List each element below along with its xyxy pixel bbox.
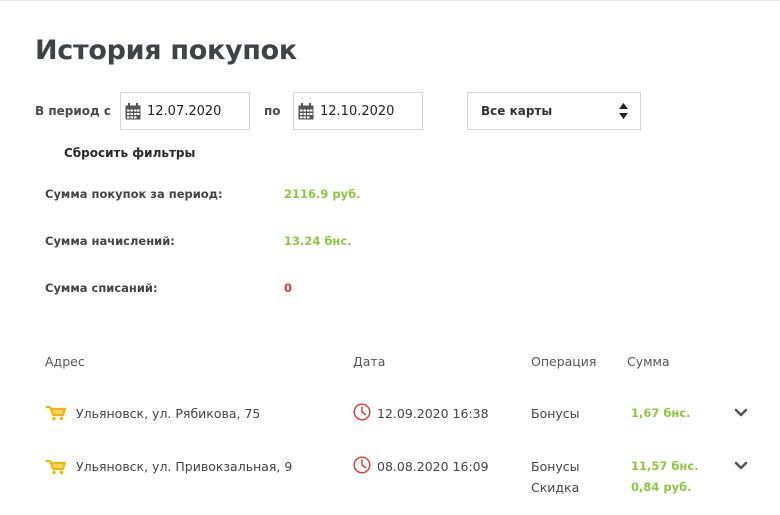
purchase-history-panel: История покупок В период с 12.07.2020 по: [0, 0, 780, 515]
date-from-field[interactable]: 12.07.2020: [120, 92, 250, 130]
column-header-date: Дата: [353, 354, 386, 369]
row-operation: Бонусы: [531, 406, 580, 421]
page-title: История покупок: [35, 35, 297, 66]
period-from-label: В период с: [35, 104, 111, 118]
row-address: Ульяновск, ул. Рябикова, 75: [76, 406, 261, 421]
summary-accruals-value: 13.24 бнс.: [284, 234, 352, 248]
row-amount: 11,57 бнс.: [631, 459, 699, 473]
row-datetime: 12.09.2020 16:38: [377, 406, 489, 421]
row-operation: Бонусы: [531, 459, 580, 474]
date-to-value: 12.10.2020: [320, 103, 395, 119]
summary-purchases-label: Сумма покупок за период:: [45, 187, 223, 201]
table-row[interactable]: Ульяновск, ул. Привокзальная, 9 08.08.20…: [0, 450, 780, 510]
date-to-field[interactable]: 12.10.2020: [293, 92, 423, 130]
row-datetime: 08.08.2020 16:09: [377, 459, 489, 474]
row-operation-secondary: Скидка: [531, 480, 580, 495]
period-to-label: по: [264, 104, 281, 118]
calendar-icon: [298, 102, 314, 119]
clock-icon: [353, 456, 371, 474]
summary-writeoffs-label: Сумма списаний:: [45, 281, 158, 295]
shopping-cart-icon: [46, 406, 66, 421]
cards-select-value: Все карты: [481, 104, 553, 118]
date-from-value: 12.07.2020: [147, 103, 222, 119]
column-header-amount: Сумма: [627, 354, 670, 369]
cards-select[interactable]: Все карты: [467, 92, 641, 130]
summary-writeoffs-value: 0: [284, 281, 293, 295]
row-address: Ульяновск, ул. Привокзальная, 9: [76, 459, 293, 474]
column-header-operation: Операция: [531, 354, 597, 369]
column-header-address: Адрес: [45, 354, 85, 369]
clock-icon: [353, 403, 371, 421]
row-amount: 1,67 бнс.: [631, 406, 691, 420]
summary-accruals-label: Сумма начислений:: [45, 234, 175, 248]
sort-arrows-icon: [619, 103, 628, 119]
summary-purchases-value: 2116.9 руб.: [284, 187, 361, 201]
calendar-icon: [125, 102, 141, 119]
chevron-down-icon[interactable]: [734, 461, 748, 471]
chevron-down-icon[interactable]: [734, 408, 748, 418]
row-amount-secondary: 0,84 руб.: [631, 480, 692, 494]
reset-filters-link[interactable]: Сбросить фильтры: [64, 146, 195, 160]
table-row[interactable]: Ульяновск, ул. Рябикова, 75 12.09.2020 1…: [0, 396, 780, 436]
shopping-cart-icon: [46, 460, 66, 475]
